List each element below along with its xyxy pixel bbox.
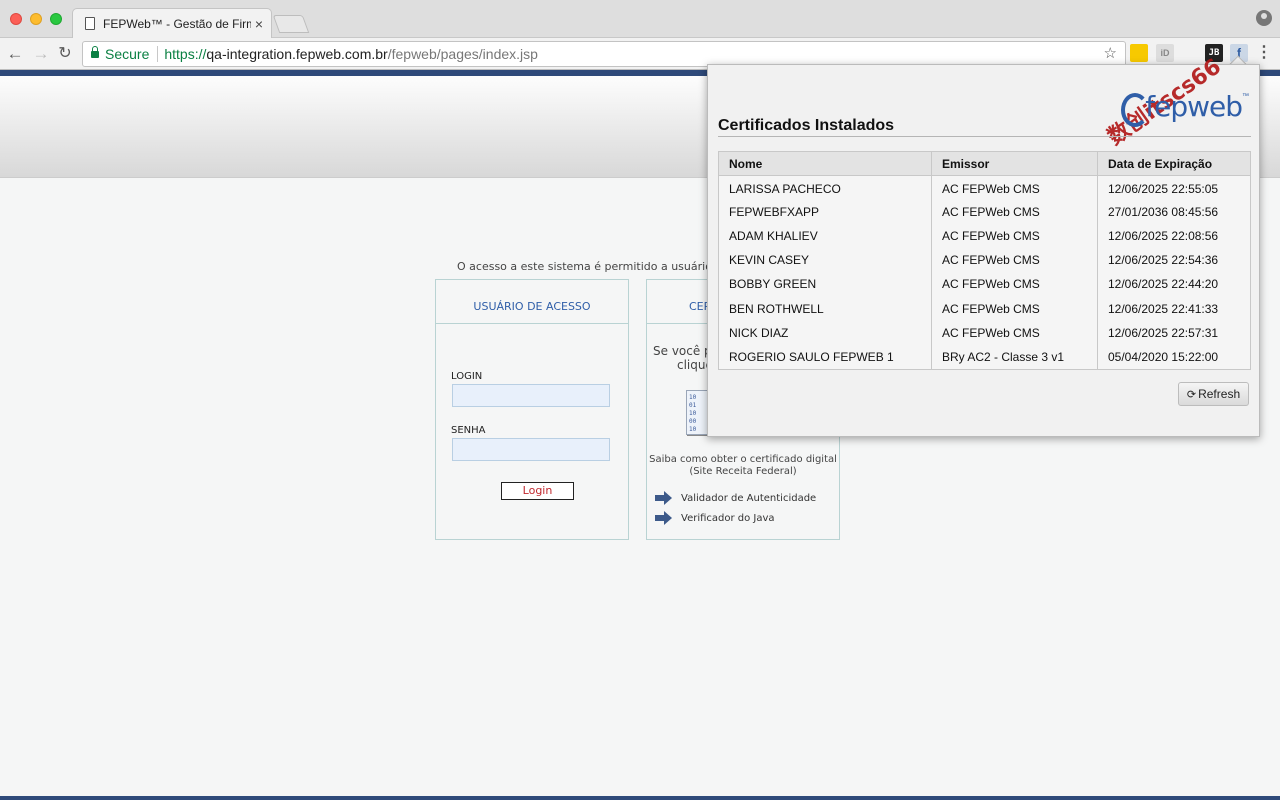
table-row[interactable]: LARISSA PACHECO AC FEPWeb CMS 12/06/2025… <box>718 175 1251 200</box>
table-row[interactable]: FEPWEBFXAPP AC FEPWeb CMS 27/01/2036 08:… <box>718 199 1251 224</box>
table-header-row: Nome Emissor Data de Expiração <box>718 151 1251 176</box>
tab-title: FEPWeb™ - Gestão de Firmas <box>103 16 251 31</box>
cert-issuer: AC FEPWeb CMS <box>931 248 1098 273</box>
cert-expiration: 12/06/2025 22:54:36 <box>1097 248 1251 273</box>
logo-text: fepweb <box>1145 89 1243 123</box>
popup-divider <box>718 136 1251 137</box>
column-header-expiration: Data de Expiração <box>1097 151 1251 176</box>
document-icon <box>85 17 95 30</box>
reload-icon[interactable]: ↻ <box>54 43 76 65</box>
validator-link-label: Validador de Autenticidade <box>681 492 817 504</box>
id-extension-icon[interactable]: iD <box>1156 44 1174 62</box>
arrow-right-icon <box>655 511 673 525</box>
table-row[interactable]: BOBBY GREEN AC FEPWeb CMS 12/06/2025 22:… <box>718 272 1251 297</box>
certificates-table: Nome Emissor Data de Expiração LARISSA P… <box>718 151 1251 370</box>
cert-issuer: BRy AC2 - Classe 3 v1 <box>931 344 1098 369</box>
cert-expiration: 12/06/2025 22:44:20 <box>1097 272 1251 297</box>
address-separator <box>157 46 159 62</box>
cert-name: NICK DIAZ <box>718 320 932 345</box>
table-row[interactable]: ADAM KHALIEV AC FEPWeb CMS 12/06/2025 22… <box>718 223 1251 249</box>
java-check-link-label: Verificador do Java <box>681 512 775 524</box>
fepweb-logo-icon <box>1117 89 1150 127</box>
refresh-button-label: Refresh <box>1198 387 1241 401</box>
url-path: /fepweb/pages/index.jsp <box>387 46 538 62</box>
browser-tab[interactable]: FEPWeb™ - Gestão de Firmas × <box>72 8 272 38</box>
tab-close-button[interactable]: × <box>255 16 263 32</box>
cert-expiration: 12/06/2025 22:55:05 <box>1097 175 1251 200</box>
cert-issuer: AC FEPWeb CMS <box>931 175 1098 200</box>
browser-titlebar: FEPWeb™ - Gestão de Firmas × <box>0 0 1280 38</box>
fepweb-logo: fepweb ™ <box>1117 89 1249 127</box>
bookmark-star-icon[interactable]: ☆ <box>1104 42 1117 66</box>
wallet-extension-icon[interactable] <box>1130 44 1148 62</box>
url-host: qa-integration.fepweb.com.br <box>206 46 388 62</box>
cert-issuer: AC FEPWeb CMS <box>931 223 1098 249</box>
cert-name: FEPWEBFXAPP <box>718 199 932 224</box>
cert-name: ROGERIO SAULO FEPWEB 1 <box>718 344 932 369</box>
cert-issuer: AC FEPWeb CMS <box>931 320 1098 345</box>
cert-name: BEN ROTHWELL <box>718 296 932 321</box>
secure-label: Secure <box>105 46 150 62</box>
java-check-link[interactable]: Verificador do Java <box>655 511 775 525</box>
login-panel: USUÁRIO DE ACESSO LOGIN SENHA Login <box>435 279 629 540</box>
refresh-icon: ⟳ <box>1186 389 1197 401</box>
cert-name: LARISSA PACHECO <box>718 175 932 200</box>
cert-expiration: 12/06/2025 22:08:56 <box>1097 223 1251 249</box>
login-input[interactable] <box>452 384 610 407</box>
password-label: SENHA <box>451 425 486 436</box>
column-header-issuer: Emissor <box>931 151 1098 176</box>
profile-icon[interactable] <box>1256 10 1272 26</box>
window-close-button[interactable] <box>10 13 22 25</box>
lock-icon <box>91 46 99 58</box>
refresh-button[interactable]: ⟳ Refresh <box>1178 382 1249 406</box>
back-arrow-icon[interactable]: ← <box>4 43 26 65</box>
browser-menu-icon[interactable]: ⋮ <box>1256 44 1272 62</box>
window-maximize-button[interactable] <box>50 13 62 25</box>
table-row[interactable]: NICK DIAZ AC FEPWeb CMS 12/06/2025 22:57… <box>718 320 1251 345</box>
cert-issuer: AC FEPWeb CMS <box>931 296 1098 321</box>
popup-title: Certificados Instalados <box>718 117 895 134</box>
certificates-popup: 数创itscs66 fepweb ™ Certificados Instalad… <box>707 54 1260 437</box>
login-label: LOGIN <box>451 371 483 382</box>
cert-name: KEVIN CASEY <box>718 248 932 273</box>
arrow-right-icon <box>655 491 673 505</box>
table-row[interactable]: BEN ROTHWELL AC FEPWeb CMS 12/06/2025 22… <box>718 296 1251 321</box>
cert-how-to-link[interactable]: Saiba como obter o certificado digital (… <box>647 454 839 478</box>
new-tab-button[interactable] <box>272 15 310 33</box>
cert-name: ADAM KHALIEV <box>718 223 932 249</box>
validator-link[interactable]: Validador de Autenticidade <box>655 491 816 505</box>
login-panel-title: USUÁRIO DE ACESSO <box>436 280 628 324</box>
login-button[interactable]: Login <box>501 482 574 500</box>
cert-name: BOBBY GREEN <box>718 272 932 297</box>
cert-issuer: AC FEPWeb CMS <box>931 199 1098 224</box>
cert-expiration: 05/04/2020 15:22:00 <box>1097 344 1251 369</box>
logo-trademark: ™ <box>1242 92 1249 100</box>
cert-expiration: 12/06/2025 22:57:31 <box>1097 320 1251 345</box>
column-header-name: Nome <box>718 151 932 176</box>
password-input[interactable] <box>452 438 610 461</box>
url-scheme: https:// <box>164 46 207 62</box>
forward-arrow-icon[interactable]: → <box>30 43 52 65</box>
cert-expiration: 27/01/2036 08:45:56 <box>1097 199 1251 224</box>
cert-issuer: AC FEPWeb CMS <box>931 272 1098 297</box>
table-row[interactable]: ROGERIO SAULO FEPWEB 1 BRy AC2 - Classe … <box>718 344 1251 369</box>
cert-expiration: 12/06/2025 22:41:33 <box>1097 296 1251 321</box>
page-footer <box>0 796 1280 800</box>
window-minimize-button[interactable] <box>30 13 42 25</box>
table-row[interactable]: KEVIN CASEY AC FEPWeb CMS 12/06/2025 22:… <box>718 248 1251 273</box>
